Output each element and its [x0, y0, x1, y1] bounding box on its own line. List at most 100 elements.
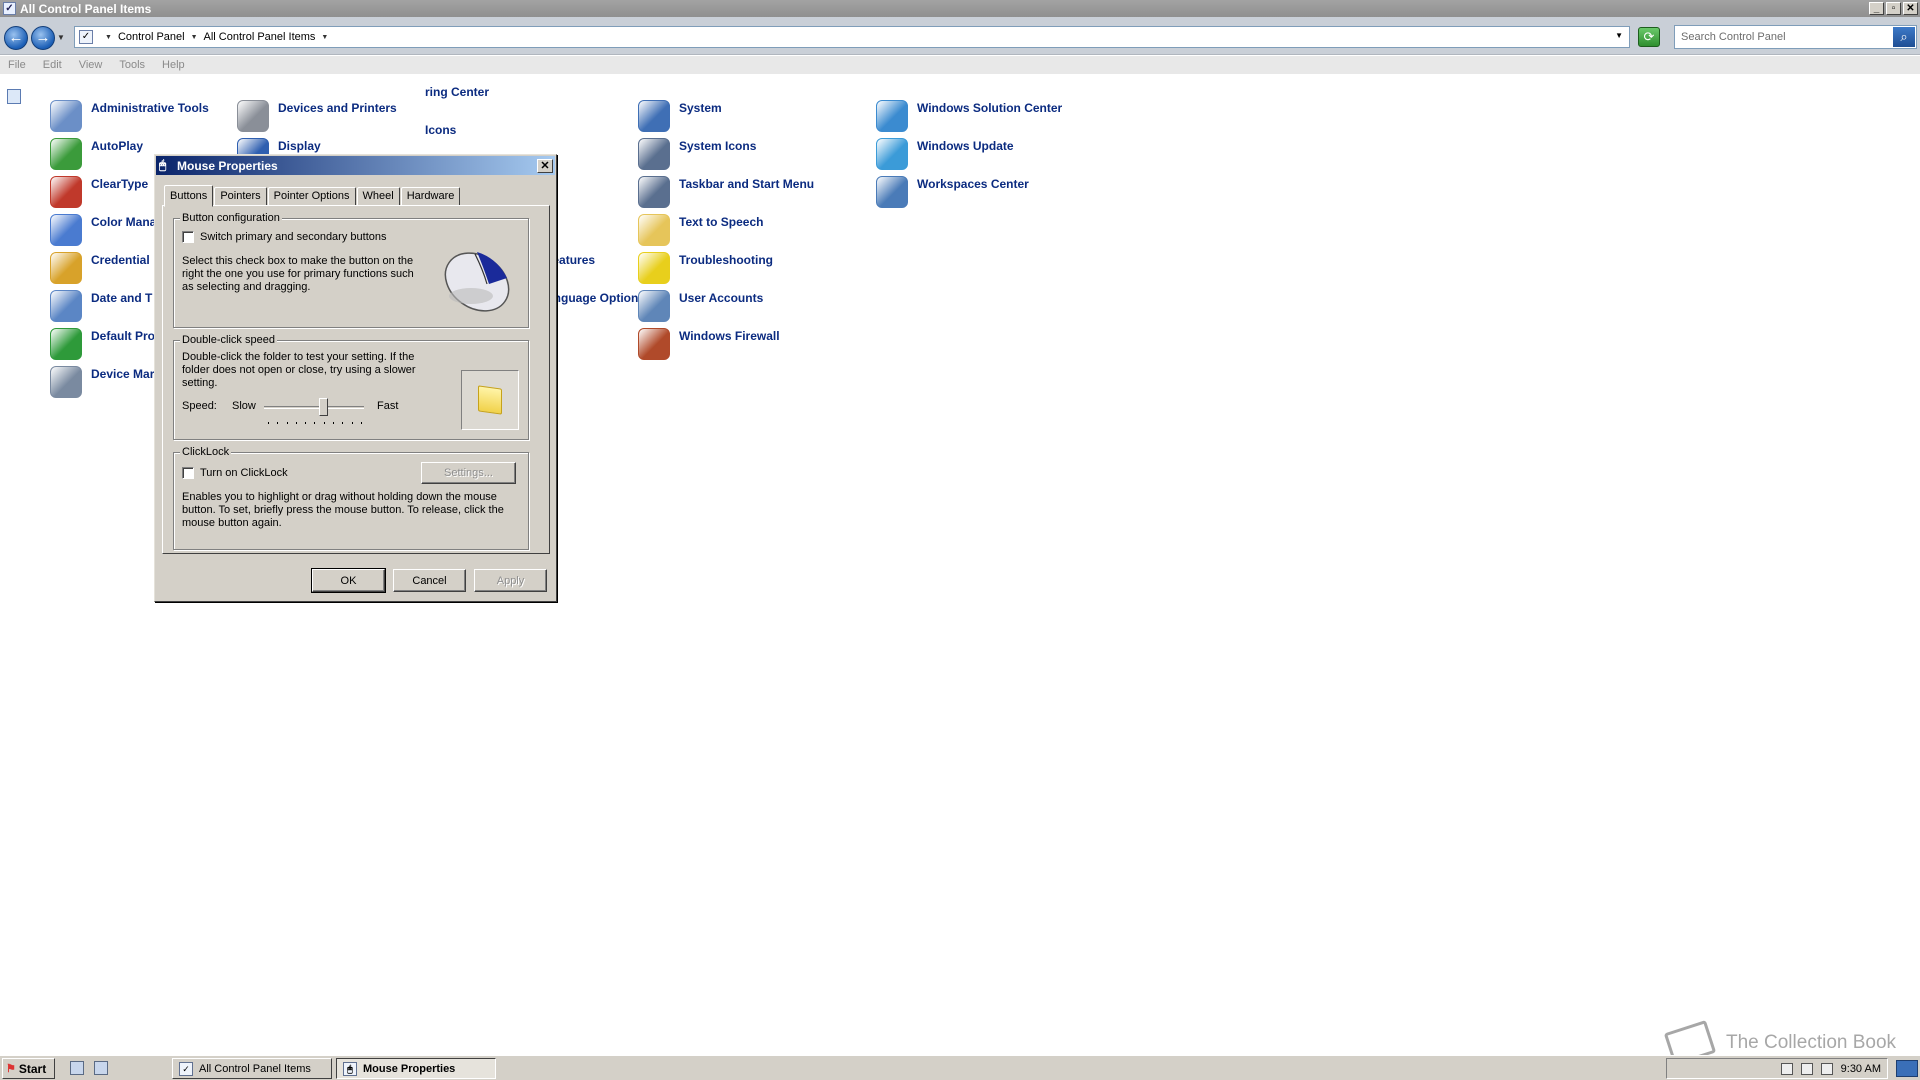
cp-item[interactable]: Administrative Tools — [50, 100, 209, 132]
menu-help[interactable]: Help — [162, 59, 185, 71]
cancel-button[interactable]: Cancel — [393, 569, 466, 592]
tab-wheel[interactable]: Wheel — [356, 187, 400, 206]
breadcrumb-control-panel[interactable]: Control Panel — [118, 31, 185, 43]
mouse-properties-dialog: 🖱 Mouse Properties ✕ Buttons Pointers Po… — [154, 154, 557, 602]
switch-buttons-checkbox[interactable]: Switch primary and secondary buttons — [182, 231, 386, 243]
cp-item[interactable]: Devices and Printers — [237, 100, 397, 132]
button-config-description: Select this check box to make the button… — [182, 255, 414, 293]
menu-file[interactable]: File — [8, 59, 26, 71]
group-title: Button configuration — [180, 212, 282, 224]
apply-button[interactable]: Apply — [474, 569, 547, 592]
address-toolbar: ← → ▼ ✓ ▼ Control Panel ▼ All Control Pa… — [0, 17, 1920, 55]
cp-item[interactable]: Taskbar and Start Menu — [638, 176, 814, 208]
breadcrumb-all-items[interactable]: All Control Panel Items — [204, 31, 316, 43]
cp-item[interactable]: Device Mar — [50, 366, 154, 398]
checkbox-box[interactable] — [182, 467, 194, 479]
windows-flag-icon: ⚑ — [6, 1063, 16, 1075]
chevron-right-icon[interactable]: ▼ — [191, 34, 198, 41]
show-desktop-button[interactable] — [1896, 1060, 1918, 1077]
close-button[interactable]: ✕ — [1903, 2, 1918, 15]
cp-item[interactable]: Date and T — [50, 290, 152, 322]
tab-hardware[interactable]: Hardware — [400, 187, 461, 206]
ok-button[interactable]: OK — [311, 568, 386, 593]
quicklaunch-server-manager-icon[interactable] — [70, 1061, 84, 1075]
address-dropdown-icon[interactable]: ▼ — [1615, 31, 1623, 40]
cp-item-label: System Icons — [679, 139, 757, 153]
mouse-icon: 🖱 — [343, 1061, 357, 1076]
start-label: Start — [18, 1061, 47, 1076]
view-options-icon[interactable] — [7, 89, 21, 104]
cp-item-label: Troubleshooting — [679, 253, 773, 267]
search-icon[interactable]: ⌕ — [1893, 27, 1915, 47]
default-programs-icon — [50, 328, 82, 360]
dialog-titlebar[interactable]: 🖱 Mouse Properties ✕ — [156, 156, 555, 175]
clicklock-checkbox[interactable]: Turn on ClickLock — [182, 467, 288, 479]
cp-item[interactable]: Color Mana — [50, 214, 156, 246]
cp-item[interactable]: Windows Update — [876, 138, 1014, 170]
cp-item[interactable]: Windows Firewall — [638, 328, 780, 360]
taskbar-start-menu-icon — [638, 176, 670, 208]
cp-item-label: Default Pro — [91, 329, 156, 343]
cp-item-label: Windows Firewall — [679, 329, 780, 343]
speed-slider-thumb[interactable] — [319, 398, 328, 416]
menu-edit[interactable]: Edit — [43, 59, 62, 71]
clock[interactable]: 9:30 AM — [1841, 1063, 1881, 1075]
cp-item[interactable]: ClearType — [50, 176, 148, 208]
system-icons-icon — [638, 138, 670, 170]
cp-item[interactable]: User Accounts — [638, 290, 763, 322]
restore-button[interactable]: ▫ — [1886, 2, 1901, 15]
taskbar: ⚑ Start ✓ All Control Panel Items 🖱 Mous… — [0, 1055, 1920, 1080]
tab-pointer-options[interactable]: Pointer Options — [267, 187, 356, 206]
dialog-close-button[interactable]: ✕ — [537, 158, 553, 173]
cp-item[interactable]: Default Pro — [50, 328, 155, 360]
cp-item[interactable]: Windows Solution Center — [876, 100, 1062, 132]
dialog-title: Mouse Properties — [177, 158, 278, 173]
slow-label: Slow — [232, 400, 256, 412]
system-icon — [638, 100, 670, 132]
cp-item[interactable]: System — [638, 100, 722, 132]
tab-pointers[interactable]: Pointers — [214, 187, 267, 206]
task-all-control-panel-items[interactable]: ✓ All Control Panel Items — [172, 1058, 332, 1079]
refresh-icon[interactable]: ⟳ — [1638, 27, 1660, 47]
cp-item[interactable]: AutoPlay — [50, 138, 143, 170]
chevron-right-icon[interactable]: ▼ — [321, 34, 328, 41]
back-button[interactable]: ← — [4, 26, 28, 50]
clicklock-settings-button[interactable]: Settings... — [421, 462, 516, 484]
text-to-speech-icon — [638, 214, 670, 246]
buttons-tab-panel: Button configuration Switch primary and … — [162, 205, 550, 554]
window-titlebar: ✓ All Control Panel Items _ ▫ ✕ — [0, 0, 1920, 17]
cp-item[interactable]: Troubleshooting — [638, 252, 773, 284]
speed-slider-track[interactable] — [264, 406, 364, 409]
control-panel-icon: ✓ — [3, 2, 16, 15]
tray-expand-icon[interactable] — [1780, 1062, 1793, 1075]
recent-pages-dropdown-icon[interactable]: ▼ — [57, 33, 65, 42]
test-folder[interactable] — [461, 370, 519, 430]
checkbox-box[interactable] — [182, 231, 194, 243]
cp-item[interactable]: Workspaces Center — [876, 176, 1029, 208]
cp-item-label: Workspaces Center — [917, 177, 1029, 191]
cp-item[interactable]: Text to Speech — [638, 214, 763, 246]
quicklaunch-show-desktop-icon[interactable] — [94, 1061, 108, 1075]
cp-item[interactable]: Credential — [50, 252, 150, 284]
task-mouse-properties[interactable]: 🖱 Mouse Properties — [336, 1058, 496, 1079]
checkbox-label: Turn on ClickLock — [200, 467, 288, 479]
search-input[interactable]: Search Control Panel ⌕ — [1674, 25, 1917, 49]
group-title: Double-click speed — [180, 334, 277, 346]
minimize-button[interactable]: _ — [1869, 2, 1884, 15]
address-bar[interactable]: ✓ ▼ Control Panel ▼ All Control Panel It… — [74, 26, 1630, 48]
cp-item-label: Icons — [425, 123, 457, 137]
volume-muted-icon[interactable] — [1820, 1062, 1833, 1075]
chevron-right-icon[interactable]: ▼ — [105, 34, 112, 41]
start-button[interactable]: ⚑ Start — [2, 1058, 55, 1079]
tab-buttons[interactable]: Buttons — [164, 185, 214, 207]
cp-item-label: Text to Speech — [679, 215, 764, 229]
forward-button[interactable]: → — [31, 26, 55, 50]
menu-view[interactable]: View — [79, 59, 103, 71]
folder-icon — [478, 385, 502, 415]
menu-tools[interactable]: Tools — [119, 59, 145, 71]
cp-item-label: Device Mar — [91, 367, 155, 381]
workspaces-center-icon — [876, 176, 908, 208]
menu-bar: File Edit View Tools Help — [0, 56, 1920, 74]
cp-item[interactable]: System Icons — [638, 138, 756, 170]
network-icon[interactable] — [1800, 1062, 1813, 1075]
